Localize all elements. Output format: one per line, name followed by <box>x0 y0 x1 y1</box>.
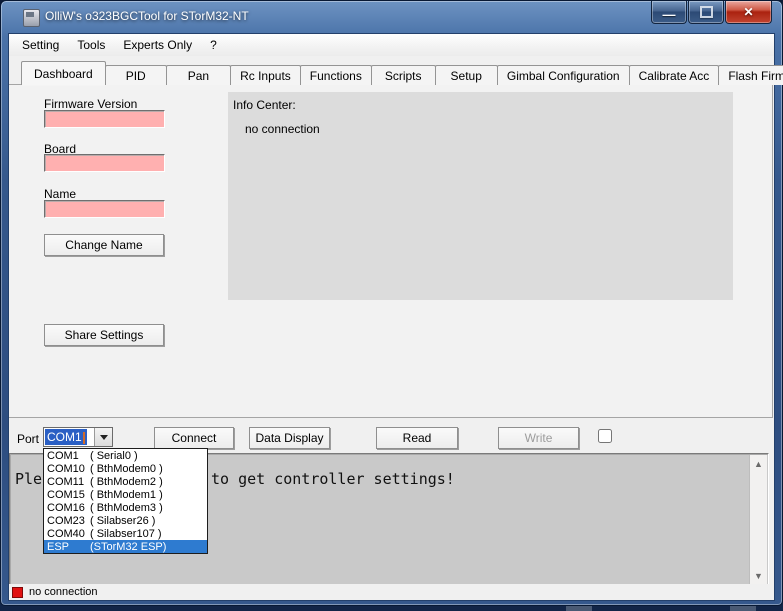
maximize-button[interactable] <box>688 1 724 24</box>
port-option-com15[interactable]: COM15( BthModem1 ) <box>44 488 207 501</box>
name-label: Name <box>44 187 76 201</box>
info-center-message: no connection <box>245 122 320 136</box>
port-combobox-value: COM1 <box>45 429 87 445</box>
desktop-background: OlliW's o323BGCTool for STorM32-NT — ✕ S… <box>0 0 783 611</box>
tab-strip: Dashboard PID Pan Rc Inputs Functions Sc… <box>21 61 783 85</box>
port-option-esp[interactable]: ESP(STorM32 ESP) <box>44 540 207 553</box>
connect-button[interactable]: Connect <box>154 427 234 449</box>
port-option-com40[interactable]: COM40( Silabser107 ) <box>44 527 207 540</box>
change-name-button[interactable]: Change Name <box>44 234 164 256</box>
port-row-checkbox[interactable] <box>598 429 612 443</box>
read-button[interactable]: Read <box>376 427 458 449</box>
firmware-version-label: Firmware Version <box>44 97 137 111</box>
console-text-fragment-right: to get controller settings! <box>211 470 455 488</box>
share-settings-button[interactable]: Share Settings <box>44 324 164 346</box>
port-option-com1[interactable]: COM1( Serial0 ) <box>44 449 207 462</box>
app-window: OlliW's o323BGCTool for STorM32-NT — ✕ S… <box>0 0 783 606</box>
status-message: no connection <box>29 586 98 598</box>
name-field[interactable] <box>44 200 165 218</box>
window-title: OlliW's o323BGCTool for STorM32-NT <box>45 9 249 23</box>
client-area: Setting Tools Experts Only ? Dashboard P… <box>8 33 775 601</box>
port-combobox-dropdown-button[interactable] <box>94 428 112 446</box>
menu-bar: Setting Tools Experts Only ? <box>9 34 774 56</box>
port-option-com16[interactable]: COM16( BthModem3 ) <box>44 501 207 514</box>
port-option-com11[interactable]: COM11( BthModem2 ) <box>44 475 207 488</box>
dashboard-panel: Firmware Version Board Name Change Name … <box>9 84 773 418</box>
minimize-button[interactable]: — <box>651 1 687 24</box>
menu-experts-only[interactable]: Experts Only <box>114 35 201 55</box>
port-label: Port <box>17 432 39 446</box>
tab-functions[interactable]: Functions <box>300 65 372 85</box>
window-controls: — ✕ <box>650 1 772 24</box>
board-field[interactable] <box>44 154 165 172</box>
tab-pid[interactable]: PID <box>105 65 167 85</box>
maximize-icon <box>700 6 713 18</box>
write-button[interactable]: Write <box>498 427 579 449</box>
console-scrollbar[interactable]: ▲ ▼ <box>749 455 767 585</box>
tab-rc-inputs[interactable]: Rc Inputs <box>230 65 301 85</box>
scroll-up-icon[interactable]: ▲ <box>750 457 767 471</box>
minimize-icon: — <box>663 10 676 20</box>
tab-setup[interactable]: Setup <box>435 65 498 85</box>
tab-dashboard[interactable]: Dashboard <box>21 61 106 85</box>
port-combobox[interactable]: COM1 <box>43 427 113 447</box>
port-option-com23[interactable]: COM23( Silabser26 ) <box>44 514 207 527</box>
tab-calibrate-acc[interactable]: Calibrate Acc <box>629 65 720 85</box>
firmware-version-field[interactable] <box>44 110 165 128</box>
info-center-panel: Info Center: no connection <box>228 92 733 300</box>
text-cursor <box>83 432 85 444</box>
status-bar: no connection <box>9 584 774 600</box>
port-option-com10[interactable]: COM10( BthModem0 ) <box>44 462 207 475</box>
tab-pan[interactable]: Pan <box>166 65 231 85</box>
tab-gimbal-configuration[interactable]: Gimbal Configuration <box>497 65 630 85</box>
menu-help[interactable]: ? <box>201 35 226 55</box>
info-center-title: Info Center: <box>233 98 296 112</box>
app-icon <box>23 9 40 27</box>
title-bar[interactable]: OlliW's o323BGCTool for STorM32-NT — ✕ <box>1 1 782 33</box>
console-text-fragment-left: Ple <box>15 470 42 488</box>
connection-status-icon <box>12 587 23 598</box>
close-button[interactable]: ✕ <box>725 1 772 24</box>
menu-tools[interactable]: Tools <box>68 35 114 55</box>
port-dropdown-list: COM1( Serial0 ) COM10( BthModem0 ) COM11… <box>43 448 208 554</box>
close-icon: ✕ <box>743 5 753 19</box>
menu-setting[interactable]: Setting <box>13 35 68 55</box>
scroll-down-icon[interactable]: ▼ <box>750 569 767 583</box>
chevron-down-icon <box>100 435 108 440</box>
data-display-button[interactable]: Data Display <box>249 427 330 449</box>
tab-flash-firmware[interactable]: Flash Firmware <box>718 65 783 85</box>
tab-scripts[interactable]: Scripts <box>371 65 436 85</box>
